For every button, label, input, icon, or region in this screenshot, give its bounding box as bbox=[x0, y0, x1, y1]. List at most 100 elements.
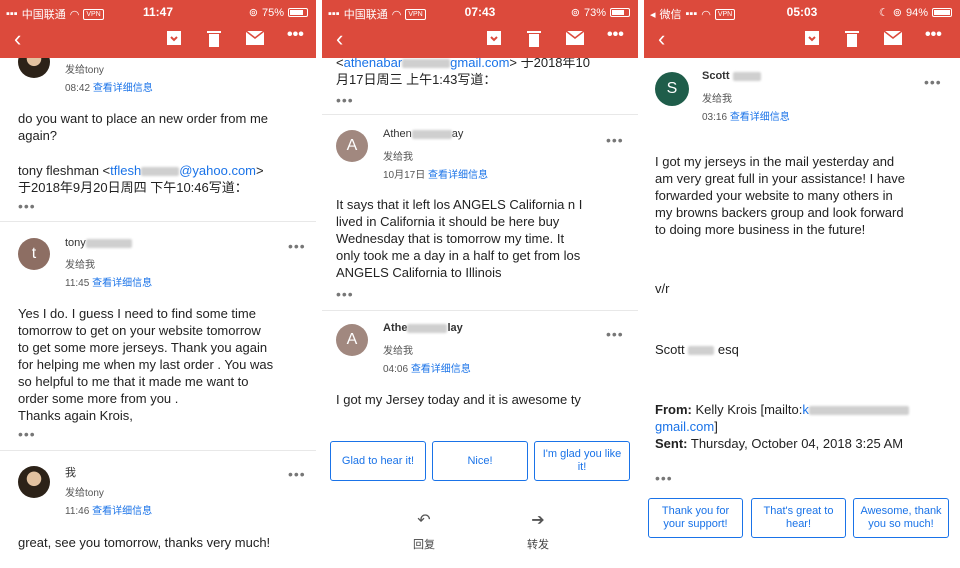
email-panel-2: ▪▪▪ 中国联通 ◠ VPN 07:43 ⊚ 73% ‹ ••• <athenabar g… bbox=[322, 0, 638, 568]
details-link[interactable]: 查看详细信息 bbox=[93, 83, 153, 94]
forward-button[interactable]: ➔ 转发 bbox=[514, 510, 562, 552]
battery-percent: 94% bbox=[905, 6, 928, 19]
back-arrow-icon[interactable]: ‹ bbox=[14, 28, 21, 50]
toolbar: ‹ ••• bbox=[0, 26, 316, 52]
delete-icon[interactable] bbox=[527, 30, 541, 47]
expand-quote-icon[interactable]: ••• bbox=[18, 198, 36, 214]
sender-name: Athe lay bbox=[383, 322, 463, 334]
message-body: It says that it left los ANGELS Californ… bbox=[336, 197, 583, 280]
status-bar: ▪▪▪ 中国联通 ◠ VPN 07:43 ⊚ 73% bbox=[322, 0, 638, 22]
expand-quote-icon[interactable]: ••• bbox=[336, 92, 354, 108]
message-meta: 08:42 查看详细信息 bbox=[65, 79, 153, 94]
archive-icon[interactable] bbox=[804, 30, 820, 46]
smart-reply-button[interactable]: I'm glad you like it! bbox=[534, 441, 630, 481]
recipient: 发给我 bbox=[383, 152, 413, 163]
mail-icon[interactable] bbox=[884, 31, 902, 45]
smart-reply-button[interactable]: Thank you for your support! bbox=[648, 498, 743, 538]
more-icon[interactable]: ••• bbox=[288, 466, 306, 482]
archive-icon[interactable] bbox=[166, 30, 182, 46]
smart-reply-button[interactable]: Nice! bbox=[432, 441, 528, 481]
delete-icon[interactable] bbox=[207, 30, 221, 47]
message-body: Yes I do. I guess I need to find some ti… bbox=[18, 306, 274, 423]
back-arrow-icon[interactable]: ‹ bbox=[658, 28, 665, 50]
divider bbox=[0, 450, 316, 451]
smart-reply-button[interactable]: Glad to hear it! bbox=[330, 441, 426, 481]
expand-quote-icon[interactable]: ••• bbox=[18, 426, 36, 442]
status-bar: ◂ 微信 ▪▪▪ ◠ VPN 05:03 ☾ ⊚ 94% bbox=[644, 0, 960, 22]
quoted-header: <athenabar gmail.com> 于2018年10 月17日周三 上午1… bbox=[336, 58, 632, 88]
smart-reply-button[interactable]: That's great to hear! bbox=[751, 498, 846, 538]
more-icon[interactable]: ••• bbox=[606, 132, 624, 148]
screenshot-collage: ▪▪▪ 中国联通 ◠ VPN 11:47 ⊚ 75% ‹ ••• 发给tony 08:4… bbox=[0, 0, 960, 568]
message-body: do you want to place an new order from m… bbox=[18, 111, 269, 143]
mail-icon[interactable] bbox=[246, 31, 264, 45]
smart-reply-button[interactable]: Awesome, thank you so much! bbox=[853, 498, 949, 538]
divider bbox=[322, 114, 638, 115]
message-body: I got my Jersey today and it is awesome … bbox=[336, 392, 581, 407]
back-arrow-icon[interactable]: ‹ bbox=[336, 28, 343, 50]
more-icon[interactable]: ••• bbox=[607, 26, 624, 44]
signature: Scott esq bbox=[655, 342, 739, 357]
message-meta: 11:46 查看详细信息 bbox=[65, 506, 153, 517]
thread: <athenabar gmail.com> 于2018年10 月17日周三 上午1… bbox=[322, 58, 638, 568]
expand-quote-icon[interactable]: ••• bbox=[336, 286, 354, 302]
mail-icon[interactable] bbox=[566, 31, 584, 45]
message-meta: 11:45 查看详细信息 bbox=[65, 278, 153, 289]
delete-icon[interactable] bbox=[845, 30, 859, 47]
app-header: ▪▪▪ 中国联通 ◠ VPN 11:47 ⊚ 75% ‹ ••• bbox=[0, 0, 316, 58]
recipient: 发给tony bbox=[65, 488, 104, 499]
message-body: great, see you tomorrow, thanks very muc… bbox=[18, 535, 271, 550]
avatar: A bbox=[336, 324, 368, 356]
more-icon[interactable]: ••• bbox=[287, 26, 304, 44]
more-icon[interactable]: ••• bbox=[606, 326, 624, 342]
more-icon[interactable]: ••• bbox=[925, 26, 942, 44]
email-link[interactable]: tflesh @yahoo.com bbox=[110, 163, 256, 178]
avatar bbox=[18, 58, 50, 78]
email-link[interactable]: gmail.com bbox=[655, 419, 714, 434]
email-panel-3: ◂ 微信 ▪▪▪ ◠ VPN 05:03 ☾ ⊚ 94% ‹ ••• S Scott 发给我… bbox=[644, 0, 960, 568]
divider bbox=[322, 310, 638, 311]
details-link[interactable]: 查看详细信息 bbox=[730, 112, 790, 123]
email-link[interactable]: athenabar gmail.com bbox=[344, 58, 510, 70]
message-meta: 10月17日 查看详细信息 bbox=[383, 170, 489, 181]
recipient: 发给我 bbox=[383, 346, 413, 357]
battery-icon bbox=[610, 8, 630, 17]
quoted-header: tony fleshman <tflesh @yahoo.com> 于2018年9… bbox=[18, 163, 264, 195]
details-link[interactable]: 查看详细信息 bbox=[411, 364, 471, 375]
recipient: 发给tony bbox=[65, 65, 104, 76]
app-header: ▪▪▪ 中国联通 ◠ VPN 07:43 ⊚ 73% ‹ ••• bbox=[322, 0, 638, 58]
email-link[interactable]: k bbox=[802, 402, 909, 417]
details-link[interactable]: 查看详细信息 bbox=[92, 506, 152, 517]
status-bar: ▪▪▪ 中国联通 ◠ VPN 11:47 ⊚ 75% bbox=[0, 0, 316, 22]
email-panel-1: ▪▪▪ 中国联通 ◠ VPN 11:47 ⊚ 75% ‹ ••• 发给tony 08:4… bbox=[0, 0, 316, 568]
details-link[interactable]: 查看详细信息 bbox=[428, 170, 488, 181]
sender-name: Scott bbox=[702, 70, 761, 82]
app-header: ◂ 微信 ▪▪▪ ◠ VPN 05:03 ☾ ⊚ 94% ‹ ••• bbox=[644, 0, 960, 58]
toolbar: ‹ ••• bbox=[322, 26, 638, 52]
archive-icon[interactable] bbox=[486, 30, 502, 46]
avatar: A bbox=[336, 130, 368, 162]
forward-icon: ➔ bbox=[531, 512, 545, 529]
toolbar: ‹ ••• bbox=[644, 26, 960, 52]
reply-button[interactable]: ↶ 回复 bbox=[400, 510, 448, 552]
expand-quote-icon[interactable]: ••• bbox=[655, 470, 673, 486]
more-icon[interactable]: ••• bbox=[924, 74, 942, 90]
message-meta: 04:06 查看详细信息 bbox=[383, 364, 471, 375]
lock-icon: ⊚ bbox=[892, 7, 902, 19]
more-icon[interactable]: ••• bbox=[288, 238, 306, 254]
moon-icon: ☾ bbox=[878, 7, 889, 19]
message-meta: 03:16 查看详细信息 bbox=[702, 112, 790, 123]
avatar: S bbox=[655, 72, 689, 106]
quoted-from: From: Kelly Krois [mailto:k gmail.com] S… bbox=[655, 401, 955, 452]
avatar bbox=[18, 466, 50, 498]
avatar: t bbox=[18, 238, 50, 270]
lock-icon: ⊚ bbox=[248, 7, 258, 19]
details-link[interactable]: 查看详细信息 bbox=[92, 278, 152, 289]
recipient: 发给我 bbox=[702, 94, 732, 105]
reply-icon: ↶ bbox=[417, 512, 431, 529]
message-body: I got my jerseys in the mail yesterday a… bbox=[655, 154, 906, 237]
lock-icon: ⊚ bbox=[570, 7, 580, 19]
battery-icon bbox=[288, 8, 308, 17]
divider bbox=[0, 221, 316, 222]
recipient: 发给我 bbox=[65, 260, 95, 271]
